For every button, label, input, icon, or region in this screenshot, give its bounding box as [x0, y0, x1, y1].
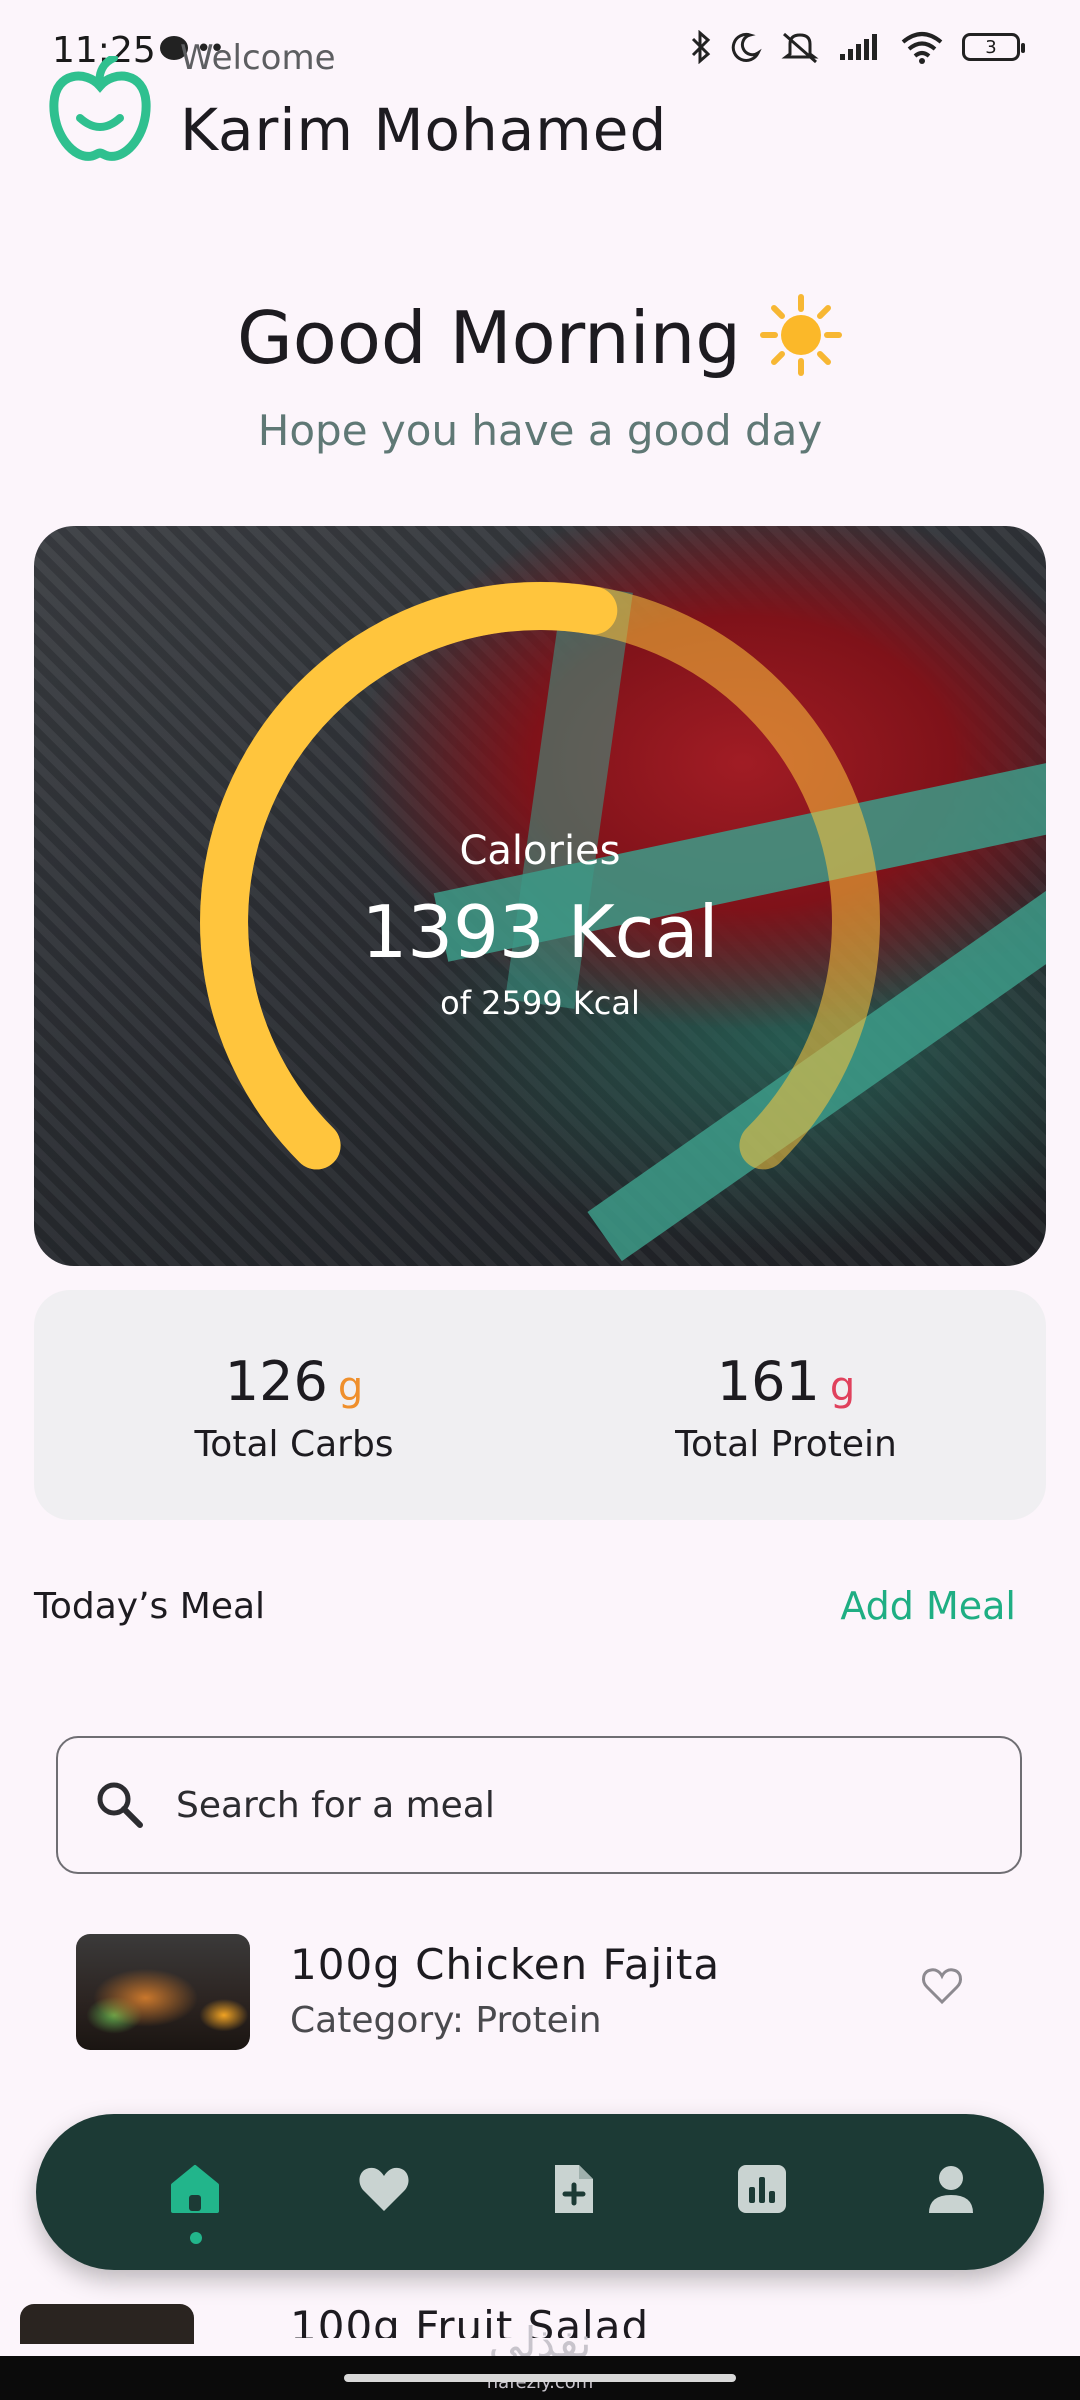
stats-icon — [738, 2165, 786, 2213]
sun-icon — [759, 294, 842, 377]
apple-logo — [49, 56, 151, 161]
bluetooth-icon — [691, 30, 711, 64]
protein-value: 161 g — [526, 1350, 1046, 1413]
meal-category: Category: Protein — [290, 2000, 602, 2041]
calories-goal: of 2599 Kcal — [440, 984, 640, 1022]
carbs-value: 126 g — [34, 1350, 554, 1413]
nav-statistics[interactable] — [727, 2154, 797, 2224]
gauge-progress — [200, 582, 618, 1170]
greeting-title: Good Morning — [0, 294, 1080, 385]
search-bar[interactable] — [56, 1736, 1022, 1874]
battery-icon: 3 — [962, 33, 1025, 61]
carbs-unit: g — [337, 1364, 364, 1410]
protein-unit: g — [829, 1364, 856, 1410]
active-indicator — [190, 2232, 202, 2244]
todays-meal-title: Today’s Meal — [34, 1586, 266, 1627]
do-not-disturb-moon-icon — [731, 32, 762, 62]
calories-value: 1393 Kcal — [361, 890, 719, 974]
carbs-label: Total Carbs — [194, 1424, 394, 1465]
calories-label: Calories — [459, 828, 621, 874]
bottom-navigation — [36, 2114, 1044, 2270]
add-meal-button[interactable]: Add Meal — [840, 1584, 1016, 1628]
heart-icon — [359, 2167, 409, 2211]
search-input[interactable] — [174, 1783, 998, 1827]
nav-favorites[interactable] — [349, 2154, 419, 2224]
add-document-icon — [555, 2165, 593, 2213]
nav-home[interactable] — [160, 2154, 230, 2224]
greeting-text: Good Morning — [237, 296, 741, 380]
meal-thumbnail — [76, 1934, 250, 2050]
signal-icon — [840, 34, 877, 60]
heart-outline-icon[interactable] — [920, 1964, 964, 2008]
nav-add-meal[interactable] — [538, 2154, 608, 2224]
meal-name: 100g Chicken Fajita — [290, 1940, 721, 1989]
macros-card: 126 g Total Carbs 161 g Total Protein — [34, 1290, 1046, 1520]
welcome-label: Welcome — [180, 38, 336, 78]
profile-icon — [929, 2166, 973, 2213]
greeting-subtitle: Hope you have a good day — [257, 406, 823, 455]
nav-profile[interactable] — [916, 2154, 986, 2224]
meal-list-item[interactable]: 100g Chicken Fajita Category: Protein — [56, 1930, 1022, 2056]
user-name: Karim Mohamed — [180, 96, 668, 164]
protein-label: Total Protein — [675, 1424, 897, 1465]
search-icon — [97, 1782, 143, 1828]
home-gesture-pill[interactable] — [344, 2374, 736, 2382]
carbs-number: 126 — [224, 1350, 328, 1413]
protein-number: 161 — [716, 1350, 820, 1413]
home-icon — [171, 2165, 219, 2213]
status-icons: 3 — [690, 30, 1025, 64]
mute-icon — [781, 32, 819, 64]
wifi-icon — [901, 32, 943, 64]
